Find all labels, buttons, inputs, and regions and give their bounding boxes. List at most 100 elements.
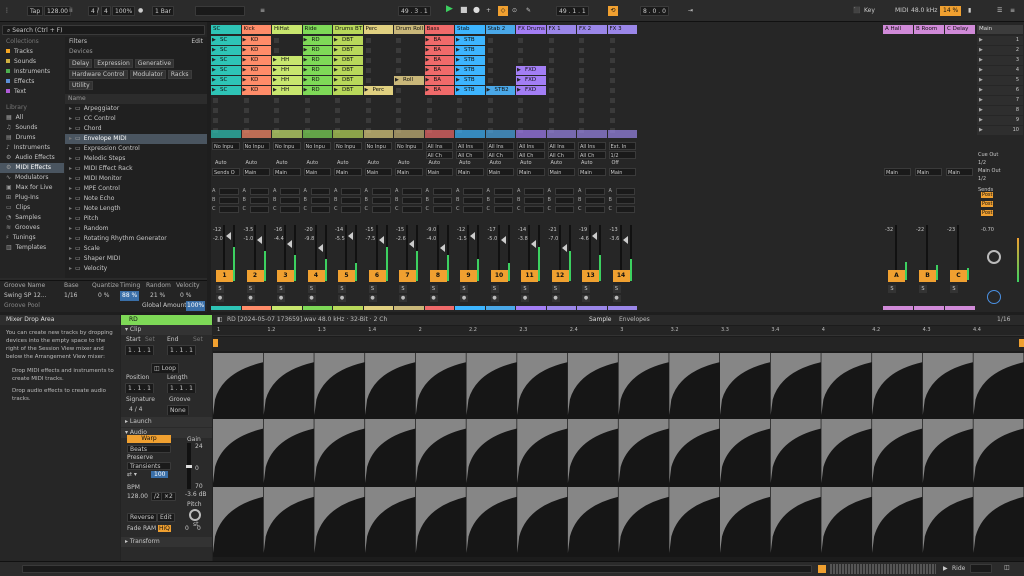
input-type-dropdown[interactable]: All Ins <box>456 142 484 150</box>
end-field[interactable]: 1 . 1 . 1 <box>167 345 196 355</box>
ram-button[interactable]: RAM <box>143 525 156 532</box>
clip-slot[interactable]: BA <box>424 36 454 45</box>
empty-slot[interactable] <box>243 98 249 103</box>
clip-menu-icon[interactable]: ◧ <box>217 315 223 325</box>
input-type-dropdown[interactable]: All Ins <box>517 142 545 150</box>
empty-slot[interactable] <box>548 38 554 43</box>
tab-sample[interactable]: Sample <box>589 315 612 325</box>
input-channel-dropdown[interactable]: All Ch <box>486 151 514 159</box>
clip-slot[interactable]: KD <box>241 76 271 85</box>
tag-modulator[interactable]: Modulator <box>129 70 166 79</box>
monitor-auto[interactable]: Auto <box>490 160 502 166</box>
empty-slot[interactable] <box>609 68 615 73</box>
tag-delay[interactable]: Delay <box>69 59 93 68</box>
empty-slot[interactable] <box>365 118 371 123</box>
return-header-a[interactable]: A Hall <box>883 25 913 34</box>
volume-field[interactable]: -9.0 <box>427 227 437 233</box>
fader-handle[interactable] <box>409 240 414 248</box>
master-volume[interactable]: -0.70 <box>981 227 994 233</box>
empty-slot[interactable] <box>487 58 493 63</box>
start-set[interactable]: Set <box>145 335 155 345</box>
cue-volume-knob[interactable] <box>987 250 1001 264</box>
tag-expression[interactable]: Expression <box>94 59 133 68</box>
monitor-auto[interactable]: Auto <box>520 160 532 166</box>
warp-mode-dropdown[interactable]: Beats <box>127 445 171 453</box>
output-dropdown[interactable]: Main <box>578 168 606 176</box>
collection-effects[interactable]: Effects <box>0 77 64 87</box>
empty-slot[interactable] <box>304 98 310 103</box>
peak-field[interactable]: -9.8 <box>305 236 315 242</box>
groove-dropdown[interactable]: None <box>167 405 189 415</box>
sig-denominator[interactable]: 4 <box>101 6 111 16</box>
song-position[interactable]: 49 . 3 . 1 <box>398 6 431 16</box>
output-dropdown[interactable]: Main <box>486 168 514 176</box>
scene-launch[interactable]: ▶ 4 <box>977 66 1023 75</box>
link-icon[interactable]: ⋮ <box>4 6 10 16</box>
scene-launch[interactable]: ▶ 3 <box>977 56 1023 65</box>
volume-field[interactable]: -16 <box>274 227 282 233</box>
tag-generative[interactable]: Generative <box>134 59 175 68</box>
browser-item[interactable]: ▸ ▭ Pitch <box>65 214 207 224</box>
clip-stop-bar[interactable] <box>211 130 241 138</box>
scene-launch[interactable]: ▶ 8 <box>977 106 1023 115</box>
edit-button[interactable]: Edit <box>191 37 203 47</box>
browser-item[interactable]: ▸ ▭ Expression Control <box>65 144 207 154</box>
empty-slot[interactable] <box>335 118 340 123</box>
empty-slot[interactable] <box>304 118 310 123</box>
send-a-field[interactable] <box>341 188 361 195</box>
master-main-out[interactable]: Main Out <box>978 168 1001 174</box>
input-type-dropdown[interactable]: Ext. In <box>608 142 636 150</box>
bpm-field[interactable]: 128.00 <box>127 493 148 500</box>
track-header-sc[interactable]: SC <box>211 25 241 34</box>
solo-button[interactable]: S <box>399 285 407 293</box>
input-type-dropdown[interactable]: No Inpu <box>273 142 301 150</box>
output-dropdown[interactable]: Sends O <box>212 168 240 176</box>
tag-utility[interactable]: Utility <box>69 81 93 90</box>
library-item-sounds[interactable]: ♫ Sounds <box>0 123 64 133</box>
track-header-stab[interactable]: Stab <box>455 25 485 34</box>
clip-stop-bar[interactable] <box>485 130 515 138</box>
solo-button[interactable]: S <box>950 285 958 293</box>
peak-field[interactable]: -1.0 <box>244 236 254 242</box>
empty-slot[interactable] <box>274 118 279 123</box>
clip-stop-bar[interactable] <box>424 130 454 138</box>
input-channel-dropdown[interactable]: 1/2 <box>608 151 636 159</box>
automation-arm-icon[interactable]: ◇ <box>498 6 508 16</box>
track-activator-10[interactable]: 10 <box>490 270 508 282</box>
empty-slot[interactable] <box>609 118 615 123</box>
peak-field[interactable]: -7.0 <box>549 236 559 242</box>
library-item-all[interactable]: ▦ All <box>0 113 64 123</box>
track-header-drum-roll[interactable]: Drum Roll <box>394 25 424 34</box>
browser-item[interactable]: ▸ ▭ Envelope MIDI <box>65 134 207 144</box>
empty-slot[interactable] <box>579 108 584 113</box>
arm-icon[interactable]: ● <box>368 295 377 302</box>
clip-slot[interactable]: KD <box>241 66 271 75</box>
fader-handle[interactable] <box>531 240 536 248</box>
empty-slot[interactable] <box>579 48 584 53</box>
scene-launch[interactable]: ▶ 1 <box>977 36 1023 45</box>
tag-racks[interactable]: Racks <box>167 70 192 79</box>
input-type-dropdown[interactable]: No Inpu <box>303 142 331 150</box>
empty-slot[interactable] <box>213 118 218 123</box>
loop-length-field[interactable]: 1 . 1 . 1 <box>167 383 196 393</box>
empty-slot[interactable] <box>274 108 279 113</box>
clip-stop-bar[interactable] <box>272 130 302 138</box>
clip-slot[interactable]: KD <box>241 56 271 65</box>
groove-quantize[interactable]: 0 % <box>98 291 109 301</box>
empty-slot[interactable] <box>579 78 584 83</box>
volume-field[interactable]: -15 <box>366 227 374 233</box>
volume-field[interactable]: -12 <box>457 227 465 233</box>
peak-field[interactable]: -5.5 <box>335 236 345 242</box>
solo-button[interactable]: S <box>338 285 346 293</box>
fader-handle[interactable] <box>378 236 384 244</box>
record-quant-icon[interactable]: ● <box>138 6 143 16</box>
clip-slot[interactable]: STB2 <box>485 86 515 95</box>
empty-slot[interactable] <box>487 68 493 73</box>
clip-slot[interactable]: DBT <box>333 46 363 55</box>
solo-button[interactable]: S <box>612 285 621 293</box>
clip-slot[interactable]: RD <box>302 46 332 55</box>
volume-field[interactable]: -14 <box>518 227 526 233</box>
fader-handle[interactable] <box>592 232 597 240</box>
send-a-field[interactable] <box>615 188 635 195</box>
return-header-b[interactable]: B Room <box>914 25 944 34</box>
